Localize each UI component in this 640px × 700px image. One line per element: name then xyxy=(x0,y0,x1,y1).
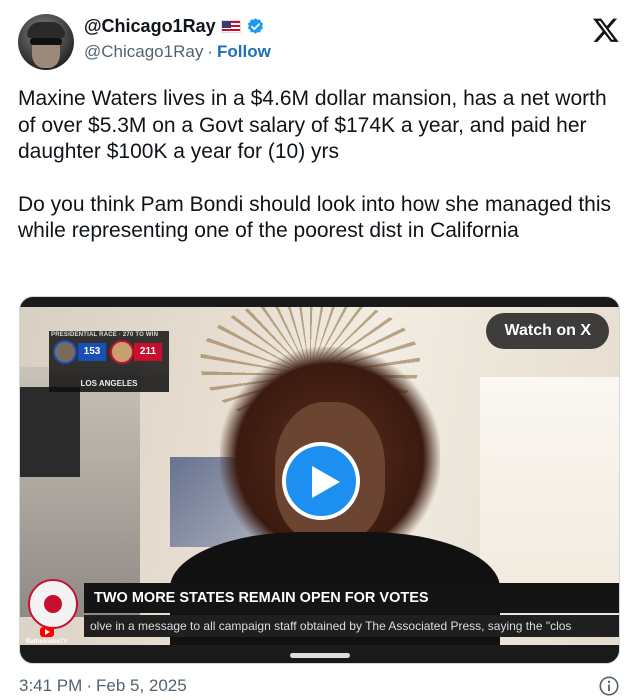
timestamp-separator: · xyxy=(86,676,92,695)
author-handle[interactable]: @Chicago1Ray xyxy=(84,42,203,62)
author-name-row: @Chicago1Ray xyxy=(84,16,265,37)
blue-candidate-avatar xyxy=(53,340,77,364)
x-logo-icon[interactable] xyxy=(592,16,620,44)
info-icon[interactable] xyxy=(598,675,620,697)
follow-button[interactable]: Follow xyxy=(217,42,271,62)
blue-count: 153 xyxy=(78,343,106,361)
scene-tv xyxy=(20,387,80,477)
tweet-paragraph: Maxine Waters lives in a $4.6M dollar ma… xyxy=(18,87,607,163)
location-label: LOS ANGELES xyxy=(49,375,169,392)
author-display-name[interactable]: @Chicago1Ray xyxy=(84,16,216,37)
play-button[interactable] xyxy=(282,442,360,520)
handle-separator: · xyxy=(207,42,213,61)
youtube-icon xyxy=(40,627,54,637)
avatar-glasses xyxy=(30,38,62,45)
channel-logo-icon xyxy=(28,579,78,629)
tweet-time[interactable]: 3:41 PM xyxy=(19,676,82,696)
video-embed[interactable]: PRESIDENTIAL RACE · 270 TO WIN 153 211 L… xyxy=(19,296,620,664)
watch-on-x-button[interactable]: Watch on X xyxy=(486,313,609,349)
tweet-date[interactable]: Feb 5, 2025 xyxy=(96,676,187,696)
avatar-cap xyxy=(27,22,65,38)
red-count: 211 xyxy=(134,343,162,361)
avatar[interactable] xyxy=(18,14,74,70)
verified-badge-icon xyxy=(247,18,263,34)
news-ticker: olve in a message to all campaign staff … xyxy=(84,615,619,637)
media-progress-indicator xyxy=(290,653,350,658)
race-label: PRESIDENTIAL RACE · 270 TO WIN xyxy=(51,332,159,338)
news-headline: TWO MORE STATES REMAIN OPEN FOR VOTES xyxy=(84,583,619,613)
tweet-card: @Chicago1Ray @Chicago1Ray · Follow Maxin… xyxy=(0,0,640,700)
tweet-paragraph: Do you think Pam Bondi should look into … xyxy=(18,192,612,243)
play-icon xyxy=(312,466,340,498)
timestamp-row: 3:41 PM · Feb 5, 2025 xyxy=(19,676,187,696)
red-candidate-avatar xyxy=(110,340,134,364)
channel-name: RattlesnakeTV xyxy=(26,639,68,645)
author-handle-row: @Chicago1Ray · Follow xyxy=(84,42,271,62)
tweet-text: Maxine Waters lives in a $4.6M dollar ma… xyxy=(18,86,628,245)
us-flag-icon xyxy=(220,20,241,33)
